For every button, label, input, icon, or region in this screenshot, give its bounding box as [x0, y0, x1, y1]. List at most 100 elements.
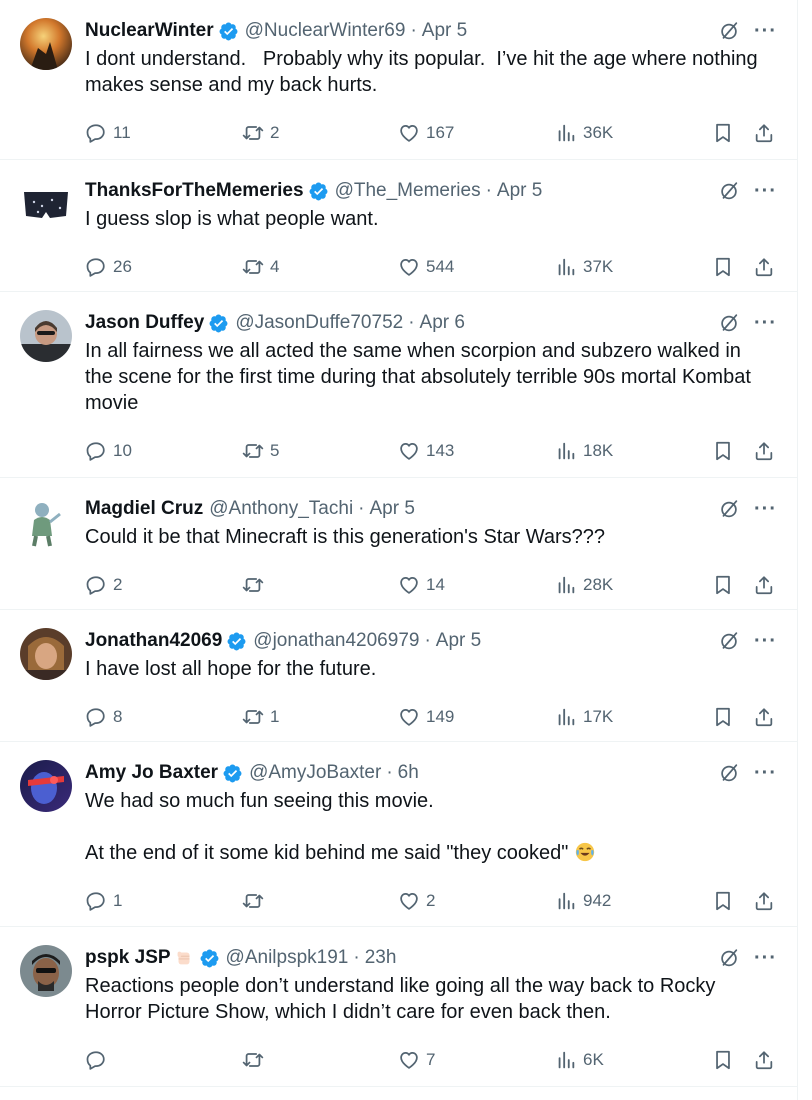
grok-icon[interactable] — [718, 312, 740, 334]
author-handle[interactable]: @NuclearWinter69 — [245, 20, 406, 42]
repost-button[interactable]: 2 — [242, 120, 279, 146]
tweet-item[interactable]: ··· ThanksForTheMemeries @The_Memeries ·… — [0, 160, 797, 292]
avatar[interactable] — [20, 760, 72, 812]
reply-button[interactable]: 8 — [85, 704, 122, 730]
bookmark-button[interactable] — [712, 1047, 734, 1073]
tweet-item[interactable]: ··· pspk JSP @Anilpspk191 · 23h Reaction… — [0, 927, 797, 1087]
repost-button[interactable]: 1 — [242, 704, 279, 730]
tweet-item[interactable]: ··· Amy Jo Baxter @AmyJoBaxter · 6h We h… — [0, 742, 797, 927]
repost-button[interactable] — [242, 888, 270, 914]
avatar[interactable] — [20, 18, 72, 70]
reply-button[interactable]: 11 — [85, 120, 131, 146]
more-icon[interactable]: ··· — [754, 948, 777, 968]
like-button[interactable]: 149 — [398, 704, 454, 730]
author-handle[interactable]: @Anthony_Tachi — [209, 498, 353, 520]
more-icon[interactable]: ··· — [754, 313, 777, 333]
author-handle[interactable]: @jonathan4206979 — [253, 630, 419, 652]
author-name[interactable]: NuclearWinter — [85, 20, 214, 42]
views-button[interactable]: 17K — [555, 704, 613, 730]
avatar[interactable] — [20, 310, 72, 362]
repost-button[interactable] — [242, 572, 270, 598]
author-name[interactable]: Jason Duffey — [85, 312, 204, 334]
avatar[interactable] — [20, 496, 72, 548]
reply-button[interactable]: 2 — [85, 572, 122, 598]
author-name[interactable]: Magdiel Cruz — [85, 498, 203, 520]
view-count: 17K — [583, 707, 614, 726]
repost-button[interactable]: 4 — [242, 254, 279, 280]
view-count: 6K — [583, 1050, 604, 1069]
author-name[interactable]: ThanksForTheMemeries — [85, 180, 304, 202]
author-name[interactable]: Jonathan42069 — [85, 630, 222, 652]
bookmark-button[interactable] — [712, 888, 734, 914]
grok-icon[interactable] — [718, 947, 740, 969]
views-button[interactable]: 18K — [555, 438, 613, 464]
tweet-item[interactable]: ··· NuclearWinter @NuclearWinter69 · Apr… — [0, 0, 797, 160]
avatar[interactable] — [20, 628, 72, 680]
views-button[interactable]: 28K — [555, 572, 613, 598]
bookmark-button[interactable] — [712, 704, 734, 730]
tweet-item[interactable]: ··· Magdiel Cruz @Anthony_Tachi · Apr 5 … — [0, 478, 797, 610]
grok-icon[interactable] — [718, 20, 740, 42]
timestamp[interactable]: Apr 6 — [420, 312, 465, 334]
reply-button[interactable] — [85, 1047, 113, 1073]
share-button[interactable] — [753, 120, 775, 146]
more-icon[interactable]: ··· — [754, 499, 777, 519]
share-button[interactable] — [753, 888, 775, 914]
author-handle[interactable]: @JasonDuffe70752 — [235, 312, 403, 334]
like-button[interactable]: 544 — [398, 254, 454, 280]
views-button[interactable]: 36K — [555, 120, 613, 146]
reply-icon — [85, 706, 107, 728]
more-icon[interactable]: ··· — [754, 631, 777, 651]
grok-icon[interactable] — [718, 630, 740, 652]
bookmark-button[interactable] — [712, 120, 734, 146]
avatar[interactable] — [20, 945, 72, 997]
timestamp[interactable]: 6h — [398, 762, 419, 784]
views-button[interactable]: 6K — [555, 1047, 604, 1073]
views-button[interactable]: 37K — [555, 254, 613, 280]
bookmark-button[interactable] — [712, 438, 734, 464]
reply-button[interactable]: 1 — [85, 888, 122, 914]
tweet-text: I have lost all hope for the future. — [85, 658, 377, 680]
share-button[interactable] — [753, 572, 775, 598]
share-button[interactable] — [753, 254, 775, 280]
like-button[interactable]: 2 — [398, 888, 435, 914]
tweet-item[interactable]: ··· Jason Duffey @JasonDuffe70752 · Apr … — [0, 292, 797, 478]
bookmark-button[interactable] — [712, 254, 734, 280]
retweet-icon — [242, 1049, 264, 1071]
grok-icon[interactable] — [718, 762, 740, 784]
avatar[interactable] — [20, 178, 72, 230]
repost-button[interactable] — [242, 1047, 270, 1073]
bookmark-button[interactable] — [712, 572, 734, 598]
repost-button[interactable]: 5 — [242, 438, 279, 464]
more-icon[interactable]: ··· — [754, 763, 777, 783]
more-icon[interactable]: ··· — [754, 21, 777, 41]
author-name[interactable]: pspk JSP — [85, 947, 171, 969]
author-name[interactable]: Amy Jo Baxter — [85, 762, 218, 784]
timestamp[interactable]: Apr 5 — [370, 498, 415, 520]
author-handle[interactable]: @The_Memeries — [335, 180, 481, 202]
like-button[interactable]: 7 — [398, 1047, 435, 1073]
view-count: 18K — [583, 441, 614, 460]
retweet-icon — [242, 706, 264, 728]
timestamp[interactable]: Apr 5 — [422, 20, 467, 42]
timestamp[interactable]: 23h — [365, 947, 397, 969]
like-button[interactable]: 143 — [398, 438, 454, 464]
like-button[interactable]: 167 — [398, 120, 454, 146]
grok-icon[interactable] — [718, 180, 740, 202]
like-button[interactable]: 14 — [398, 572, 445, 598]
timestamp[interactable]: Apr 5 — [436, 630, 481, 652]
reply-icon — [85, 122, 107, 144]
reply-button[interactable]: 26 — [85, 254, 132, 280]
more-icon[interactable]: ··· — [754, 181, 777, 201]
share-button[interactable] — [753, 438, 775, 464]
reply-button[interactable]: 10 — [85, 438, 132, 464]
tweet-item[interactable]: ··· Jonathan42069 @jonathan4206979 · Apr… — [0, 610, 797, 742]
timestamp[interactable]: Apr 5 — [497, 180, 542, 202]
views-button[interactable]: 942 — [555, 888, 611, 914]
share-button[interactable] — [753, 1047, 775, 1073]
grok-icon[interactable] — [718, 498, 740, 520]
share-button[interactable] — [753, 704, 775, 730]
author-handle[interactable]: @Anilpspk191 — [226, 947, 349, 969]
author-handle[interactable]: @AmyJoBaxter — [249, 762, 381, 784]
share-icon — [753, 122, 775, 144]
